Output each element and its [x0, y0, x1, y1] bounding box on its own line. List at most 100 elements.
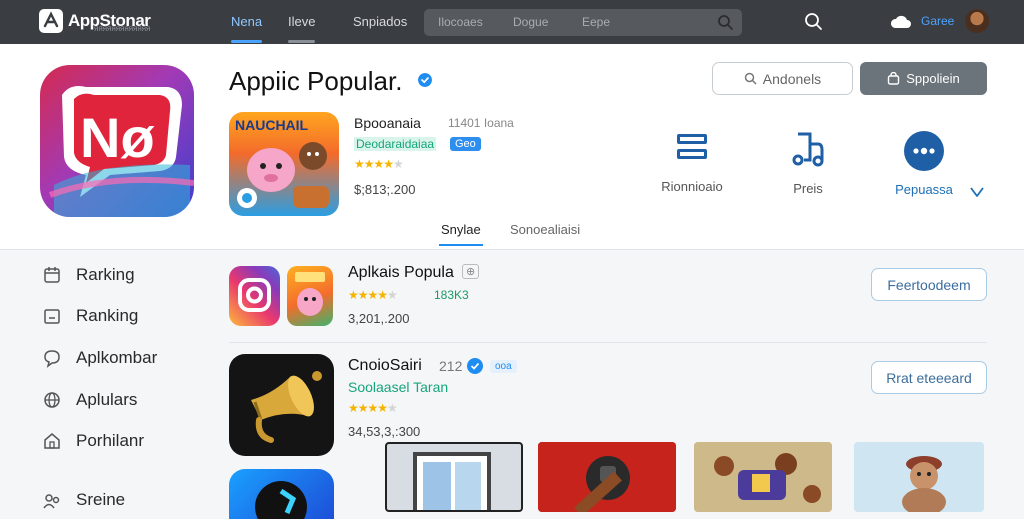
- sidebar-item-popular[interactable]: Aplulars: [42, 390, 137, 410]
- sidebar-item-label: Aplkombar: [76, 348, 158, 367]
- people-icon: [43, 494, 60, 509]
- featured-app-badge: Geo: [450, 137, 481, 151]
- cartoon-character-icon: [295, 272, 325, 316]
- screenshot-thumbnail[interactable]: [385, 442, 523, 512]
- subtab-label: Snylae: [441, 222, 481, 237]
- screenshot-thumbnail[interactable]: [854, 442, 984, 512]
- featured-app-price: $;813;.200: [354, 182, 416, 197]
- sidebar-item-label: Aplulars: [76, 390, 138, 409]
- screenshot-thumbnail[interactable]: [538, 442, 676, 512]
- list-item-rating: ★★★★★: [348, 401, 398, 415]
- home-icon: [44, 433, 60, 449]
- search-icon: [744, 72, 757, 85]
- category-label: Rionnioaio: [661, 179, 723, 194]
- category-label: Pepuassa: [895, 182, 953, 197]
- subtab-popular[interactable]: Snylae: [439, 222, 483, 246]
- active-tab-underline: [231, 40, 263, 43]
- get-button[interactable]: Feertoodeem: [871, 268, 987, 301]
- list-item-title[interactable]: Aplkais Popula: [348, 264, 454, 282]
- cartoon-crowd-icon: [694, 442, 832, 512]
- sidebar-item-label: Porhilanr: [76, 431, 145, 450]
- support-button-label: Sppoliein: [906, 71, 960, 86]
- subtab-label: Sonoealiaisi: [510, 222, 581, 237]
- podium-icon: [792, 132, 824, 167]
- sidebar-item-share[interactable]: Sreine: [42, 490, 125, 510]
- list-item-tag: ⊕: [462, 264, 480, 279]
- category-label: Preis: [793, 181, 823, 196]
- subtab-specials[interactable]: Sonoealiaisi: [510, 222, 580, 237]
- row-divider: [229, 342, 987, 343]
- golden-horn-icon: [251, 371, 322, 443]
- list-item-price: 34,53,3,:300: [348, 424, 421, 439]
- list-item-price: 3,201,.200: [348, 311, 410, 326]
- sidebar-item-label: Rarking: [76, 265, 135, 284]
- search-chip[interactable]: Dogue: [513, 15, 548, 29]
- brand-tagline: ЯЯЯЯЯЯЯЯЯЯЯЯЯ: [94, 27, 151, 33]
- featured-rating-stars: ★★★★★: [354, 157, 404, 171]
- nav-tab-label: Ileve: [288, 14, 316, 29]
- category-popular[interactable]: Pepuassa: [886, 130, 962, 197]
- search-icon[interactable]: [717, 14, 734, 31]
- list-item-badge: ooa: [490, 360, 517, 373]
- list-item-icon[interactable]: [287, 266, 333, 326]
- tab-underline: [288, 40, 316, 43]
- bag-icon: [888, 72, 900, 85]
- featured-app-thumbnail[interactable]: NAUCHAIL: [229, 112, 339, 216]
- chat-icon: [44, 350, 60, 368]
- user-name[interactable]: Garee: [921, 14, 954, 28]
- plush-bear-icon: [854, 442, 984, 512]
- sidebar-item-portal[interactable]: Porhilanr: [42, 431, 144, 451]
- search-apps-button[interactable]: Andonels: [712, 62, 853, 95]
- nav-tab-updates[interactable]: Snpiados: [353, 14, 407, 29]
- featured-app-name[interactable]: Bpooanaia: [354, 115, 421, 131]
- list-item-title[interactable]: CnoioSairi: [348, 357, 422, 375]
- sidebar-item-ranking[interactable]: Rarking: [42, 265, 135, 285]
- list-icon: [677, 134, 707, 159]
- verified-badge-icon: [467, 358, 483, 374]
- calendar-icon: [44, 267, 60, 283]
- get-button[interactable]: Rrat eteeeard: [871, 361, 987, 394]
- sidebar-item-label: Ranking: [76, 306, 139, 325]
- featured-header: Nø Appiic Popular. Andonels Sppoliein NA…: [0, 44, 1024, 250]
- game-controller-icon: [538, 442, 676, 512]
- camera-icon: [238, 278, 271, 312]
- app-store-logo-icon: [39, 9, 63, 33]
- box-icon: [44, 309, 60, 324]
- support-button[interactable]: Sppoliein: [860, 62, 987, 95]
- cloud-icon[interactable]: [890, 12, 912, 30]
- list-item-subtitle: Soolaasel Taran: [348, 379, 449, 395]
- window-scene-icon: [387, 444, 521, 510]
- svg-text:Nø: Nø: [80, 106, 155, 169]
- nav-tab-label: Snpiados: [353, 14, 408, 29]
- list-item-meta: 212: [439, 358, 463, 374]
- top-search-field[interactable]: Ilocoaes Dogue Eepe: [424, 9, 742, 36]
- page-title: Appiic Popular.: [229, 66, 403, 96]
- top-nav-bar: AppStonar ЯЯЯЯЯЯЯЯЯЯЯЯЯ Nena Ileve Snpia…: [0, 0, 1024, 44]
- nav-tab-browse[interactable]: Ileve: [288, 14, 316, 43]
- list-item-review-count: 183K3: [434, 288, 469, 302]
- sidebar-item-label: Sreine: [76, 490, 126, 509]
- sidebar-item-ranking-2[interactable]: Ranking: [42, 306, 138, 326]
- active-subtab-underline: [439, 244, 483, 246]
- nav-tab-home[interactable]: Nena: [231, 14, 263, 43]
- avatar[interactable]: [965, 9, 989, 33]
- search-icon[interactable]: [804, 12, 823, 31]
- category-rankings[interactable]: Rionnioaio: [652, 130, 732, 194]
- list-item-icon[interactable]: [229, 266, 280, 326]
- hero-app-icon[interactable]: Nø: [40, 65, 194, 217]
- circle-dots-icon: [904, 131, 944, 171]
- list-item-icon[interactable]: [229, 354, 334, 456]
- category-prizes[interactable]: Preis: [770, 130, 846, 196]
- cartoon-game-art-icon: NAUCHAIL: [235, 117, 329, 208]
- search-apps-label: Andonels: [762, 70, 822, 87]
- sidebar-item-apps[interactable]: Aplkombar: [42, 348, 157, 368]
- screenshot-thumbnail[interactable]: [694, 442, 832, 512]
- nav-tab-label: Nena: [231, 14, 263, 29]
- featured-app-meta: 11401 Ioana: [448, 116, 514, 130]
- globe-icon: [44, 392, 60, 408]
- featured-app-subtitle: Deodaraidaiaa: [354, 137, 437, 151]
- search-chip[interactable]: Eepe: [582, 15, 610, 29]
- list-item-rating: ★★★★★: [348, 288, 398, 302]
- search-chip[interactable]: Ilocoaes: [438, 15, 483, 29]
- chevron-down-icon[interactable]: [969, 186, 985, 198]
